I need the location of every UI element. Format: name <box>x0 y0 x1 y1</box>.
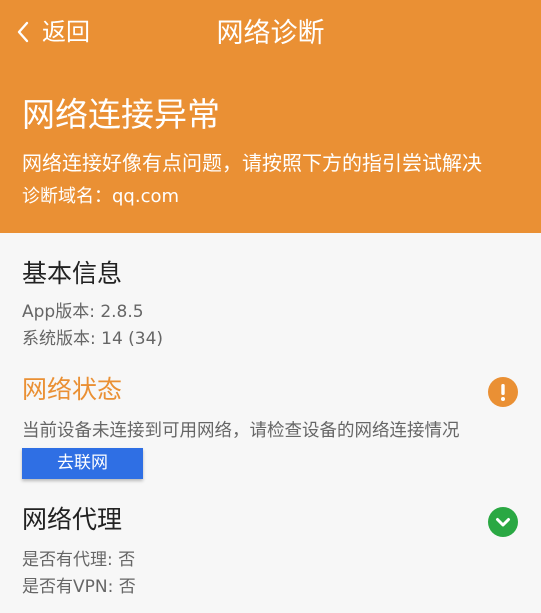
check-icon <box>488 507 518 537</box>
app-version: App版本: 2.8.5 <box>22 302 144 322</box>
system-version: 系统版本: 14 (34) <box>22 329 164 349</box>
top-nav-bar: 返回 网络诊断 <box>0 0 541 66</box>
basic-info-title: 基本信息 <box>22 259 123 288</box>
connection-status-message: 网络连接好像有点问题，请按照下方的指引尝试解决 <box>22 151 482 175</box>
network-status-title: 网络状态 <box>22 375 123 404</box>
network-proxy-title: 网络代理 <box>22 505 123 534</box>
proxy-status: 是否有代理: 否 <box>22 550 136 570</box>
diagnosis-domain: 诊断域名：qq.com <box>22 186 180 207</box>
network-status-message: 当前设备未连接到可用网络，请检查设备的网络连接情况 <box>22 421 460 441</box>
diagnosis-header: 返回 网络诊断 网络连接异常 网络连接好像有点问题，请按照下方的指引尝试解决 诊… <box>0 0 541 233</box>
warning-icon <box>488 377 518 407</box>
vpn-status: 是否有VPN: 否 <box>22 577 136 597</box>
page-title: 网络诊断 <box>216 18 325 49</box>
connection-status-title: 网络连接异常 <box>22 95 220 134</box>
go-online-button[interactable]: 去联网 <box>22 448 143 479</box>
